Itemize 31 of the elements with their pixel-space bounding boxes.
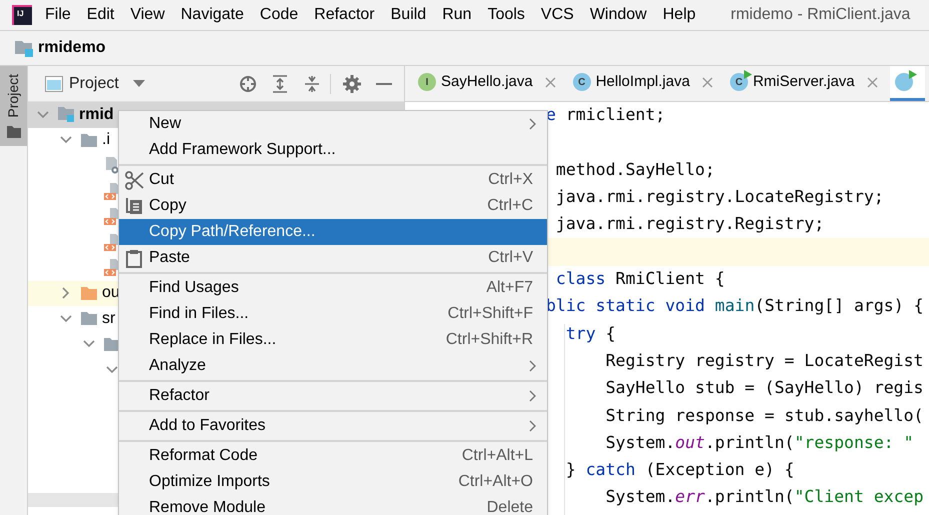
shortcut-label: Ctrl+V [488,248,533,268]
shortcut-label: Alt+F7 [486,278,533,298]
app-logo: IJ [12,5,32,25]
tab-label: RmiServer.java [752,72,855,92]
code-line: } catch (Exception e) { [564,459,794,482]
code-line: System.out.println("response: " [604,432,914,454]
code-line: Registry registry = LocateRegist [604,350,924,372]
shortcut-label: Ctrl+Shift+F [448,304,533,324]
tree-label: rmid [79,104,114,125]
code-line: try { [564,322,616,345]
code-line: SayHello stub = (SayHello) regis [604,377,924,400]
window-title: rmidemo - RmiClient.java [730,5,910,25]
code-line: String response = stub.sayhello( [604,404,924,427]
code-line: java.rmi.registry.Registry; [554,213,824,236]
shortcut-label: Ctrl+Shift+R [446,330,533,350]
code-line: java.rmi.registry.LocateRegistry; [554,186,884,208]
shortcut-label: Ctrl+Alt+O [458,472,533,492]
file-type-icon: C [572,73,591,91]
shortcut-label: Ctrl+X [488,170,533,190]
panel-title: Project [69,74,119,94]
code-line: System.err.println("Client excep [604,486,924,508]
code-line: method.SayHello; [554,158,715,181]
shortcut-label: Delete [486,498,533,515]
shortcut-label: Ctrl+C [487,196,533,216]
code-line: class RmiClient { [554,268,725,290]
tab-label: HelloImpl.java [596,72,690,92]
tree-label: sr [102,308,116,329]
shortcut-label: Ctrl+Alt+L [462,446,533,466]
file-type-icon: I [418,73,436,91]
tree-label: .i [102,130,110,150]
tab-label: SayHello.java [441,72,533,92]
